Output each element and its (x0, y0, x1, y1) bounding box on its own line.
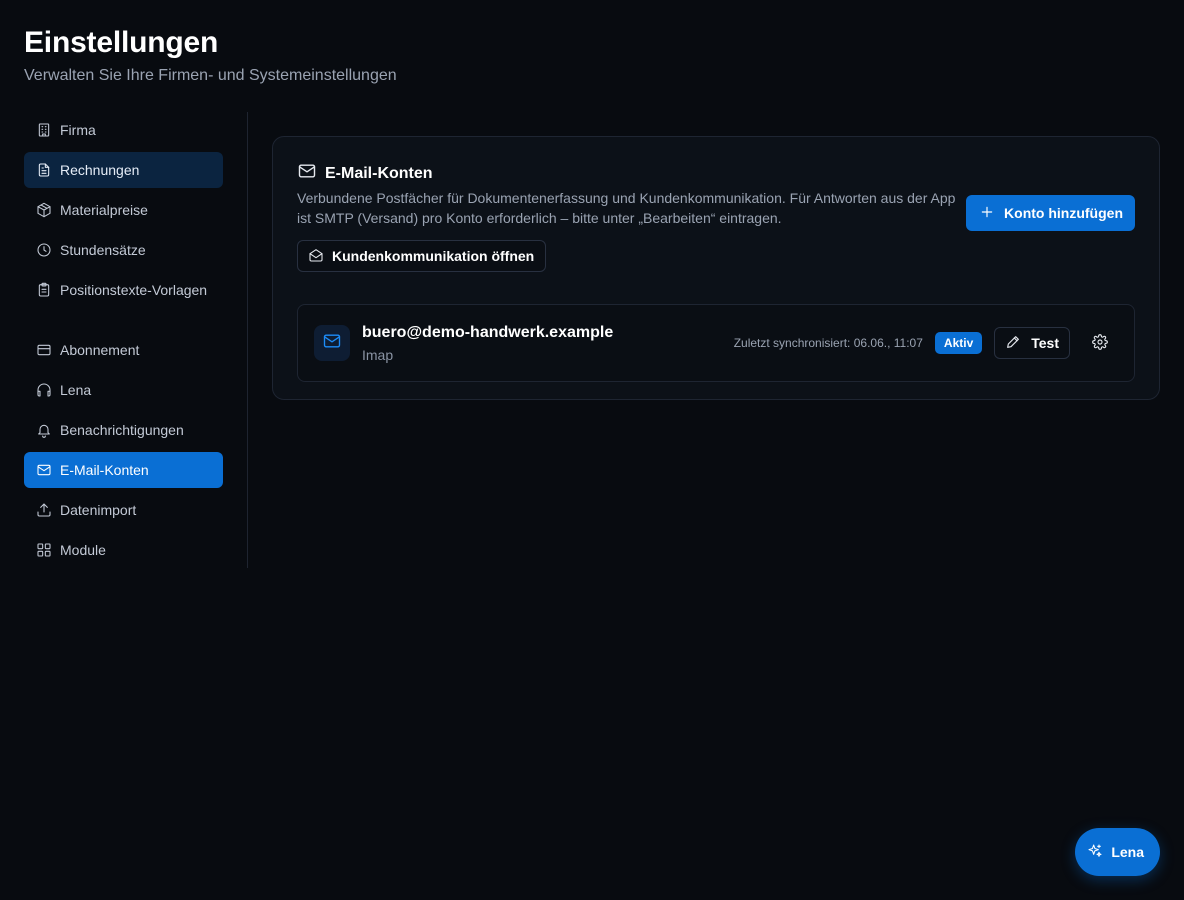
sidebar-item-stundensaetze[interactable]: Stundensätze (24, 232, 223, 268)
lena-assistant-button[interactable]: Lena (1075, 828, 1160, 876)
sidebar-item-module[interactable]: Module (24, 532, 223, 568)
card-header: E-Mail-Konten Verbundene Postfächer für … (297, 161, 1135, 272)
grid-icon (36, 542, 52, 558)
plus-icon (980, 205, 994, 222)
sidebar-item-label: Module (60, 542, 106, 558)
sidebar-item-label: Benachrichtigungen (60, 422, 184, 438)
sidebar-item-label: Rechnungen (60, 162, 140, 178)
account-email: buero@demo-handwerk.example (362, 323, 614, 341)
credit-card-icon (36, 342, 52, 358)
card-title-row: E-Mail-Konten (297, 161, 957, 186)
file-text-icon (36, 162, 52, 178)
mail-icon (297, 161, 317, 186)
clock-icon (36, 242, 52, 258)
test-button-label: Test (1031, 335, 1059, 351)
lena-assistant-label: Lena (1111, 844, 1144, 860)
card-header-text: E-Mail-Konten Verbundene Postfächer für … (297, 161, 957, 272)
sidebar-item-label: Materialpreise (60, 202, 148, 218)
sidebar-item-firma[interactable]: Firma (24, 112, 223, 148)
open-customer-communication-button[interactable]: Kundenkommunikation öffnen (297, 240, 547, 272)
sidebar-item-label: E-Mail-Konten (60, 462, 149, 478)
status-badge: Aktiv (934, 332, 983, 354)
last-sync-text: Zuletzt synchronisiert: 06.06., 11:07 (733, 336, 923, 350)
sparkles-icon (1087, 843, 1103, 862)
sidebar-item-label: Stundensätze (60, 242, 146, 258)
clipboard-icon (36, 282, 52, 298)
settings-nav-list: Firma Rechnungen Materialpreise Stundens… (24, 112, 223, 568)
headphones-icon (36, 382, 52, 398)
sidebar-item-datenimport[interactable]: Datenimport (24, 492, 223, 528)
settings-sidebar: Firma Rechnungen Materialpreise Stundens… (24, 112, 248, 568)
sidebar-item-lena[interactable]: Lena (24, 372, 223, 408)
bell-icon (36, 422, 52, 438)
open-customer-communication-label: Kundenkommunikation öffnen (332, 248, 535, 264)
page-title: Einstellungen (24, 26, 219, 59)
account-info: buero@demo-handwerk.example Imap (362, 322, 734, 365)
sidebar-item-label: Datenimport (60, 502, 137, 518)
test-account-button[interactable]: Test (994, 327, 1070, 359)
package-icon (36, 202, 52, 218)
account-type: Imap (362, 346, 394, 363)
add-account-label: Konto hinzufügen (1004, 205, 1123, 221)
sidebar-item-label: Firma (60, 122, 96, 138)
gear-icon (1092, 333, 1108, 353)
mail-icon (322, 331, 342, 356)
sidebar-item-label: Positionstexte-Vorlagen (60, 282, 208, 298)
add-account-button[interactable]: Konto hinzufügen (966, 195, 1135, 231)
email-account-row: buero@demo-handwerk.example Imap Zuletzt… (297, 304, 1135, 382)
sidebar-item-email-konten[interactable]: E-Mail-Konten (24, 452, 223, 488)
pencil-icon (1005, 334, 1021, 353)
building-icon (36, 122, 52, 138)
sidebar-item-positionstexte-vorlagen[interactable]: Positionstexte-Vorlagen (24, 272, 223, 328)
email-accounts-card: E-Mail-Konten Verbundene Postfächer für … (272, 136, 1160, 400)
mail-icon (36, 462, 52, 478)
sidebar-item-abonnement[interactable]: Abonnement (24, 332, 223, 368)
upload-icon (36, 502, 52, 518)
settings-page: Einstellungen Verwalten Sie Ihre Firmen-… (0, 0, 1184, 900)
page-subtitle: Verwalten Sie Ihre Firmen- und Systemein… (24, 67, 397, 84)
sidebar-item-benachrichtigungen[interactable]: Benachrichtigungen (24, 412, 223, 448)
card-title: E-Mail-Konten (325, 164, 433, 182)
sidebar-item-rechnungen[interactable]: Rechnungen (24, 152, 223, 188)
mail-open-icon (308, 247, 324, 266)
account-settings-button[interactable] (1082, 327, 1118, 359)
page-header: Einstellungen Verwalten Sie Ihre Firmen-… (24, 24, 397, 86)
account-avatar (314, 325, 350, 361)
sidebar-item-label: Abonnement (60, 342, 140, 358)
sidebar-item-label: Lena (60, 382, 92, 398)
sidebar-item-materialpreise[interactable]: Materialpreise (24, 192, 223, 228)
card-description: Verbundene Postfächer für Dokumentenerfa… (297, 190, 956, 226)
